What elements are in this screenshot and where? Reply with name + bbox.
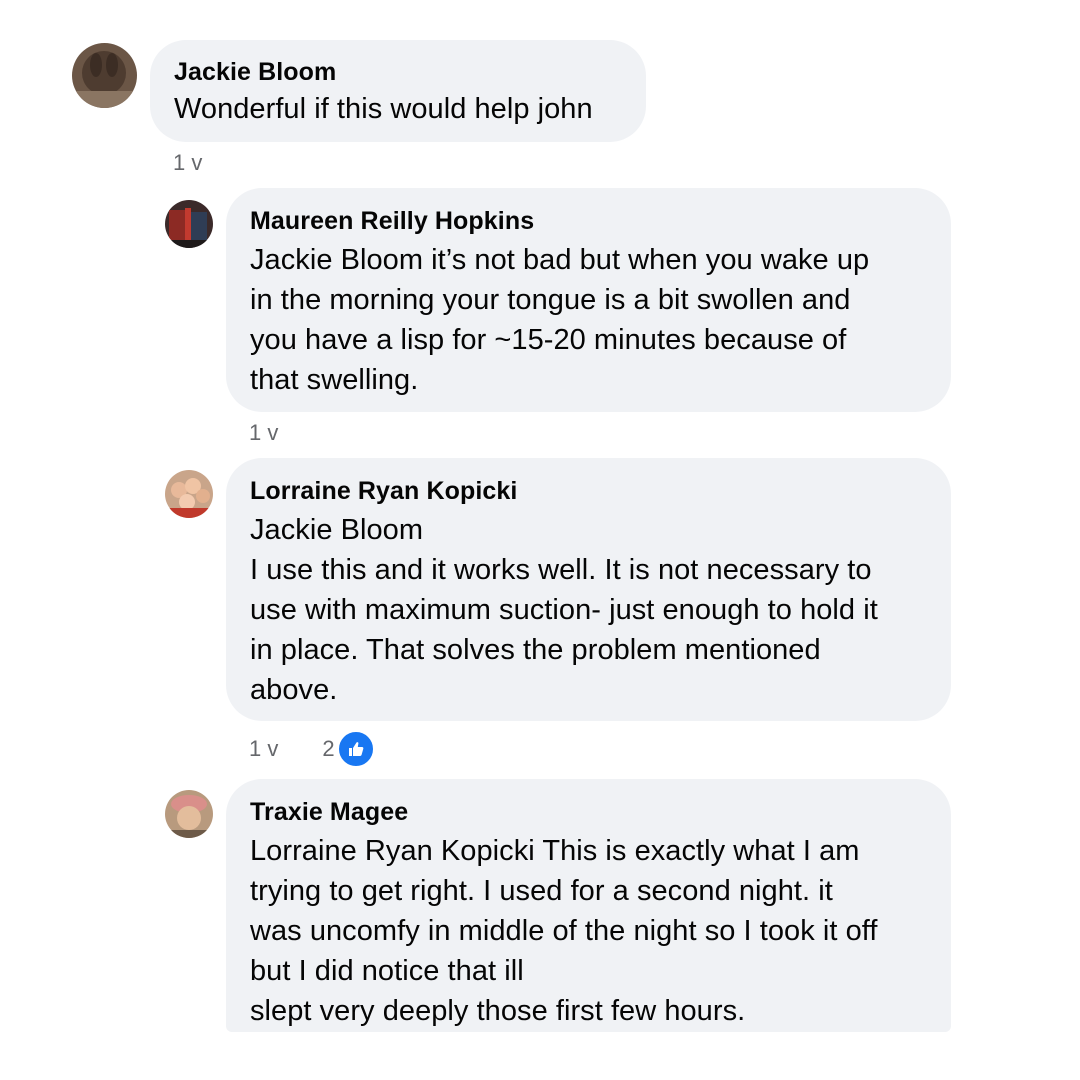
comment-author[interactable]: Maureen Reilly Hopkins (250, 206, 927, 236)
comment-text: slept very deeply those first few hours. (250, 995, 746, 1027)
avatar-lorraine-ryan-kopicki[interactable] (165, 470, 213, 518)
comment-text: that swelling. (250, 364, 419, 396)
avatar-image (165, 790, 213, 838)
comment-text: trying to get right. I used for a second… (250, 875, 833, 907)
comment-text: Lorraine Ryan Kopicki This is exactly wh… (250, 835, 860, 867)
avatar-maureen-reilly-hopkins[interactable] (165, 200, 213, 248)
comment-bubble: Traxie Magee Lorraine Ryan Kopicki This … (226, 779, 951, 1032)
comment-text: in the morning your tongue is a bit swol… (250, 284, 851, 316)
comment-text: above. (250, 674, 338, 706)
avatar-image (72, 43, 137, 108)
comment-meta: 1 v 2 (249, 730, 375, 768)
comment-text: Jackie Bloom (250, 514, 424, 546)
comment-author[interactable]: Traxie Magee (250, 797, 927, 827)
comment-meta: 1 v (249, 420, 278, 446)
like-count: 2 (322, 736, 335, 761)
comment-timestamp[interactable]: 1 v (249, 736, 278, 762)
comment-text: use with maximum suction- just enough to… (250, 594, 878, 626)
comment-timestamp[interactable]: 1 v (249, 420, 278, 446)
avatar-traxie-magee[interactable] (165, 790, 213, 838)
comment-meta: 1 v (173, 150, 202, 176)
avatar-image (165, 470, 213, 518)
comment-timestamp[interactable]: 1 v (173, 150, 202, 176)
comment-text: I use this and it works well. It is not … (250, 554, 872, 586)
avatar-image (165, 200, 213, 248)
comment-text: Jackie Bloom it’s not bad but when you w… (250, 244, 870, 276)
comment-text: but I did notice that ill (250, 955, 524, 987)
comment-text: Wonderful if this would help john (174, 93, 593, 125)
comment-text: was uncomfy in middle of the night so I … (250, 915, 878, 947)
reaction-count[interactable]: 2 (322, 730, 375, 768)
comment-text: you have a lisp for ~15-20 minutes becau… (250, 324, 847, 356)
comment-bubble: Lorraine Ryan Kopicki Jackie Bloom I use… (226, 458, 951, 721)
comment-author[interactable]: Jackie Bloom (174, 57, 622, 87)
comment-bubble: Jackie Bloom Wonderful if this would hel… (150, 40, 646, 142)
comment-text: in place. That solves the problem mentio… (250, 634, 821, 666)
avatar-jackie-bloom[interactable] (72, 43, 137, 108)
comment-author[interactable]: Lorraine Ryan Kopicki (250, 476, 927, 506)
comment-bubble: Maureen Reilly Hopkins Jackie Bloom it’s… (226, 188, 951, 412)
thumbs-up-icon (336, 730, 375, 768)
